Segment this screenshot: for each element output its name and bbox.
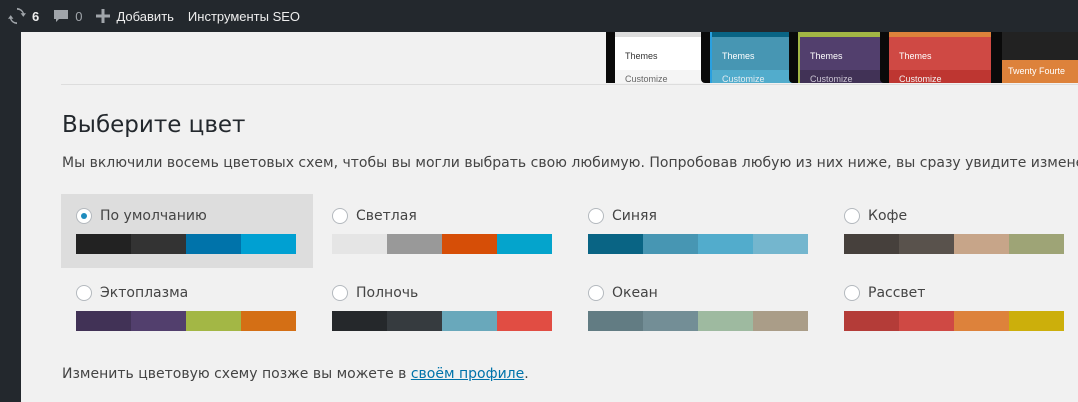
preview-customize-label: Customize [800, 70, 890, 83]
color-swatch [844, 234, 899, 254]
preview-phone-light: Themes Customize [606, 32, 716, 83]
scheme-swatches [844, 234, 1066, 254]
seo-tools-menu[interactable]: Инструменты SEO [181, 0, 307, 32]
seo-tools-label: Инструменты SEO [187, 8, 301, 24]
color-swatch [588, 311, 643, 331]
scheme-label: По умолчанию [100, 208, 207, 224]
color-swatch [1009, 234, 1064, 254]
scheme-label: Эктоплазма [100, 285, 189, 301]
color-swatch [1009, 311, 1064, 331]
scheme-radio-default[interactable] [76, 208, 92, 224]
preview-phone-sunrise: Themes Customize [880, 32, 1000, 83]
color-swatch [643, 234, 698, 254]
scheme-radio-blue[interactable] [588, 208, 604, 224]
color-swatch [442, 234, 497, 254]
scheme-label: Светлая [356, 208, 417, 224]
scheme-radio-sunrise[interactable] [844, 285, 860, 301]
section-description: Мы включили восемь цветовых схем, чтобы … [62, 155, 1078, 171]
color-swatch [698, 234, 753, 254]
scheme-swatches [76, 234, 298, 254]
section-divider [61, 84, 1078, 85]
scheme-label: Кофе [868, 208, 908, 224]
scheme-label: Рассвет [868, 285, 926, 301]
scheme-swatches [588, 311, 810, 331]
scheme-swatches [76, 311, 298, 331]
color-swatch [954, 311, 1009, 331]
color-swatch [387, 311, 442, 331]
color-scheme-option-coffee[interactable]: Кофе [829, 194, 1078, 268]
color-swatch [241, 311, 296, 331]
color-scheme-option-midnight[interactable]: Полночь [317, 271, 569, 345]
scheme-label: Полночь [356, 285, 419, 301]
scheme-swatches [332, 234, 554, 254]
footer-text: Изменить цветовую схему позже вы можете … [62, 366, 411, 382]
comments-menu[interactable]: 0 [46, 0, 89, 32]
new-content-menu[interactable]: Добавить [89, 0, 180, 32]
color-scheme-option-ectoplasm[interactable]: Эктоплазма [61, 271, 313, 345]
color-swatch [753, 311, 808, 331]
scheme-radio-coffee[interactable] [844, 208, 860, 224]
color-swatch [131, 234, 186, 254]
color-swatch [76, 234, 131, 254]
color-swatch [497, 234, 552, 254]
updates-count: 6 [32, 8, 40, 24]
scheme-radio-light[interactable] [332, 208, 348, 224]
color-swatch [332, 311, 387, 331]
color-swatch [899, 234, 954, 254]
preview-theme-name: Twenty Fourte [1002, 60, 1078, 83]
scheme-label: Синяя [612, 208, 657, 224]
admin-menu-edge [0, 32, 21, 402]
preview-themes-label: Themes [810, 51, 843, 61]
admin-bar: 6 0 Добавить Инструменты SEO [0, 0, 1078, 32]
page-title: Выберите цвет [62, 112, 246, 138]
color-scheme-option-ocean[interactable]: Океан [573, 271, 825, 345]
color-swatch [387, 234, 442, 254]
scheme-radio-ectoplasm[interactable] [76, 285, 92, 301]
color-scheme-preview-image: Themes Customize Themes Customize Themes… [606, 32, 1078, 83]
scheme-swatches [332, 311, 554, 331]
color-swatch [698, 311, 753, 331]
preview-theme-card: Twenty Fourte [996, 32, 1078, 83]
preview-customize-label: Customize [615, 70, 707, 83]
color-swatch [131, 311, 186, 331]
color-swatch [186, 234, 241, 254]
color-swatch [643, 311, 698, 331]
color-scheme-option-blue[interactable]: Синяя [573, 194, 825, 268]
comment-icon [53, 8, 69, 24]
color-swatch [186, 311, 241, 331]
color-swatch [241, 234, 296, 254]
preview-themes-label: Themes [899, 51, 932, 61]
color-swatch [332, 234, 387, 254]
scheme-swatches [588, 234, 810, 254]
footer-note: Изменить цветовую схему позже вы можете … [62, 366, 529, 382]
color-swatch [76, 311, 131, 331]
preview-customize-label: Customize [889, 70, 991, 83]
color-swatch [442, 311, 497, 331]
refresh-icon [8, 7, 26, 25]
profile-link[interactable]: своём профиле [411, 366, 524, 382]
color-swatch [497, 311, 552, 331]
preview-themes-label: Themes [625, 51, 658, 61]
plus-icon [96, 9, 111, 23]
color-swatch [899, 311, 954, 331]
color-swatch [844, 311, 899, 331]
updates-menu[interactable]: 6 [0, 0, 46, 32]
scheme-radio-midnight[interactable] [332, 285, 348, 301]
scheme-radio-ocean[interactable] [588, 285, 604, 301]
color-swatch [753, 234, 808, 254]
color-swatch [954, 234, 1009, 254]
color-scheme-option-default[interactable]: По умолчанию [61, 194, 313, 268]
color-scheme-option-light[interactable]: Светлая [317, 194, 569, 268]
color-swatch [588, 234, 643, 254]
footer-period: . [524, 366, 529, 382]
main-content: Themes Customize Themes Customize Themes… [21, 32, 1078, 402]
color-scheme-option-sunrise[interactable]: Рассвет [829, 271, 1078, 345]
scheme-swatches [844, 311, 1066, 331]
comments-count: 0 [75, 8, 83, 24]
add-new-label: Добавить [116, 8, 174, 24]
scheme-label: Океан [612, 285, 658, 301]
